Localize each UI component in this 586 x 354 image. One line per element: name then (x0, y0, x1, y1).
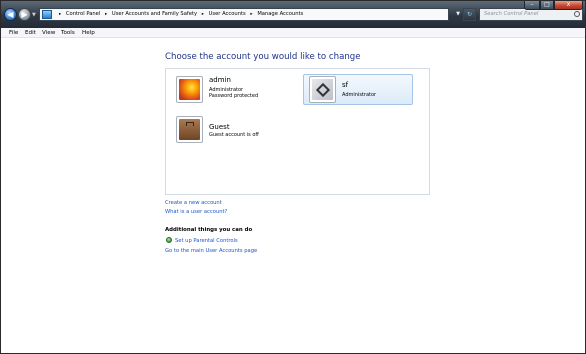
account-status-guest: Guest account is off (209, 132, 259, 138)
parental-controls-link[interactable]: Set up Parental Controls (175, 238, 238, 244)
account-sf[interactable]: sf Administrator (303, 74, 413, 105)
window-titlebar: ◀ ▶ ▼ ▸ Control Panel ▸ User Accounts an… (1, 1, 585, 28)
breadcrumb-separator: ▸ (250, 12, 253, 17)
control-panel-window: ◀ ▶ ▼ ▸ Control Panel ▸ User Accounts an… (0, 0, 586, 354)
page-title: Choose the account you would like to cha… (165, 52, 361, 62)
breadcrumb-user-accounts-family-safety[interactable]: User Accounts and Family Safety (112, 11, 197, 17)
address-bar[interactable]: ▸ Control Panel ▸ User Accounts and Fami… (39, 8, 449, 21)
guest-suitcase-picture (176, 116, 203, 143)
what-is-user-account-link[interactable]: What is a user account? (165, 209, 227, 215)
breadcrumb-separator: ▸ (201, 12, 204, 17)
account-guest[interactable]: Guest Guest account is off (176, 116, 276, 146)
account-type-sf: Administrator (342, 92, 377, 98)
flower-picture (176, 76, 203, 103)
search-icon[interactable] (574, 11, 580, 17)
forward-button[interactable]: ▶ (18, 8, 31, 21)
account-name-admin: admin (209, 76, 231, 84)
minimize-button[interactable]: – (524, 1, 540, 10)
menu-file[interactable]: File (9, 28, 18, 38)
robot-picture (309, 76, 336, 103)
refresh-button[interactable]: ↻ (463, 8, 476, 21)
account-status-admin: Password protected (209, 93, 259, 99)
account-admin[interactable]: admin Administrator Password protected (176, 76, 276, 106)
search-placeholder: Search Control Panel (484, 11, 539, 17)
recent-pages-dropdown[interactable]: ▼ (32, 12, 37, 18)
menu-view[interactable]: View (42, 28, 55, 38)
breadcrumb: ▸ Control Panel ▸ User Accounts and Fami… (56, 9, 303, 20)
maximize-button[interactable]: □ (540, 1, 554, 10)
main-user-accounts-link[interactable]: Go to the main User Accounts page (165, 248, 257, 254)
close-button[interactable]: x (554, 1, 583, 10)
breadcrumb-separator: ▸ (59, 12, 62, 17)
back-button[interactable]: ◀ (4, 8, 17, 21)
shield-icon (166, 237, 172, 243)
account-name-guest: Guest (209, 123, 230, 131)
create-account-link[interactable]: Create a new account (165, 200, 222, 206)
breadcrumb-user-accounts[interactable]: User Accounts (209, 11, 246, 17)
address-history-dropdown[interactable]: ▼ (454, 9, 462, 20)
breadcrumb-separator: ▸ (104, 12, 108, 17)
menu-edit[interactable]: Edit (25, 28, 36, 38)
menu-tools[interactable]: Tools (61, 28, 75, 38)
additional-things-heading: Additional things you can do (165, 227, 253, 233)
control-panel-icon (42, 10, 52, 19)
breadcrumb-manage-accounts[interactable]: Manage Accounts (257, 11, 303, 17)
account-name-sf: sf (342, 81, 349, 89)
menu-bar: File Edit View Tools Help (1, 28, 585, 38)
breadcrumb-control-panel[interactable]: Control Panel (66, 11, 100, 17)
menu-help[interactable]: Help (82, 28, 95, 38)
window-controls: – □ x (524, 1, 583, 10)
